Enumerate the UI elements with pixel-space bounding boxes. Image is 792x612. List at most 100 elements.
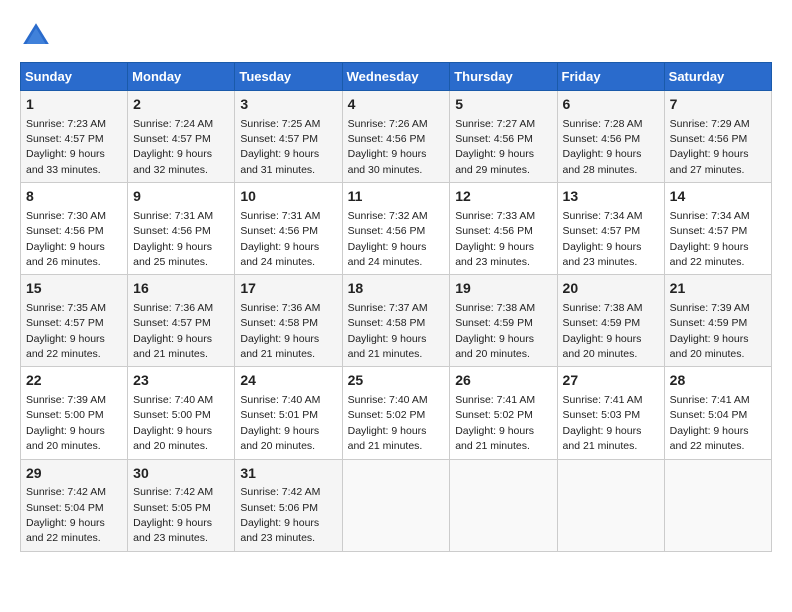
day-info: Sunrise: 7:42 AMSunset: 5:06 PMDaylight:… <box>240 486 320 544</box>
calendar-cell: 17 Sunrise: 7:36 AMSunset: 4:58 PMDayligh… <box>235 275 342 367</box>
logo-icon <box>20 20 52 52</box>
day-number: 22 <box>26 371 122 391</box>
day-info: Sunrise: 7:41 AMSunset: 5:02 PMDaylight:… <box>455 394 535 452</box>
day-number: 21 <box>670 279 766 299</box>
day-number: 7 <box>670 95 766 115</box>
weekday-header-tuesday: Tuesday <box>235 63 342 91</box>
day-info: Sunrise: 7:40 AMSunset: 5:00 PMDaylight:… <box>133 394 213 452</box>
calendar-cell: 24Sunrise: 7:40 AMSunset: 5:01 PMDayligh… <box>235 367 342 459</box>
day-info: Sunrise: 7:34 AMSunset: 4:57 PMDaylight:… <box>670 210 750 268</box>
calendar-body: 1 Sunrise: 7:23 AMSunset: 4:57 PMDaylight… <box>21 91 772 552</box>
day-info: Sunrise: 7:26 AMSunset: 4:56 PMDaylight:… <box>348 118 428 176</box>
day-info: Sunrise: 7:40 AMSunset: 5:01 PMDaylight:… <box>240 394 320 452</box>
calendar-week-4: 22Sunrise: 7:39 AMSunset: 5:00 PMDayligh… <box>21 367 772 459</box>
calendar-cell: 26 Sunrise: 7:41 AMSunset: 5:02 PMDayligh… <box>450 367 557 459</box>
day-number: 6 <box>563 95 659 115</box>
weekday-header-row: SundayMondayTuesdayWednesdayThursdayFrid… <box>21 63 772 91</box>
day-number: 9 <box>133 187 229 207</box>
day-number: 13 <box>563 187 659 207</box>
day-number: 26 <box>455 371 551 391</box>
day-info: Sunrise: 7:24 AMSunset: 4:57 PMDaylight:… <box>133 118 213 176</box>
day-number: 30 <box>133 464 229 484</box>
calendar-cell: 15 Sunrise: 7:35 AMSunset: 4:57 PMDayligh… <box>21 275 128 367</box>
logo <box>20 20 56 52</box>
calendar-cell: 12 Sunrise: 7:33 AMSunset: 4:56 PMDayligh… <box>450 183 557 275</box>
calendar-cell: 22Sunrise: 7:39 AMSunset: 5:00 PMDayligh… <box>21 367 128 459</box>
day-number: 11 <box>348 187 445 207</box>
calendar-cell: 5Sunrise: 7:27 AMSunset: 4:56 PMDaylight… <box>450 91 557 183</box>
day-number: 1 <box>26 95 122 115</box>
calendar-cell: 21 Sunrise: 7:39 AMSunset: 4:59 PMDayligh… <box>664 275 771 367</box>
calendar-week-3: 15 Sunrise: 7:35 AMSunset: 4:57 PMDayligh… <box>21 275 772 367</box>
day-info: Sunrise: 7:25 AMSunset: 4:57 PMDaylight:… <box>240 118 320 176</box>
calendar-cell <box>557 459 664 551</box>
calendar-cell <box>664 459 771 551</box>
day-number: 27 <box>563 371 659 391</box>
day-info: Sunrise: 7:36 AMSunset: 4:58 PMDaylight:… <box>240 302 320 360</box>
day-info: Sunrise: 7:23 AMSunset: 4:57 PMDaylight:… <box>26 118 106 176</box>
day-number: 2 <box>133 95 229 115</box>
day-number: 5 <box>455 95 551 115</box>
calendar-week-2: 8 Sunrise: 7:30 AMSunset: 4:56 PMDaylight… <box>21 183 772 275</box>
day-number: 14 <box>670 187 766 207</box>
day-info: Sunrise: 7:34 AMSunset: 4:57 PMDaylight:… <box>563 210 643 268</box>
day-number: 8 <box>26 187 122 207</box>
day-info: Sunrise: 7:41 AMSunset: 5:04 PMDaylight:… <box>670 394 750 452</box>
day-number: 19 <box>455 279 551 299</box>
day-info: Sunrise: 7:35 AMSunset: 4:57 PMDaylight:… <box>26 302 106 360</box>
calendar-cell <box>450 459 557 551</box>
day-info: Sunrise: 7:29 AMSunset: 4:56 PMDaylight:… <box>670 118 750 176</box>
day-number: 18 <box>348 279 445 299</box>
day-info: Sunrise: 7:36 AMSunset: 4:57 PMDaylight:… <box>133 302 213 360</box>
day-info: Sunrise: 7:33 AMSunset: 4:56 PMDaylight:… <box>455 210 535 268</box>
day-info: Sunrise: 7:39 AMSunset: 4:59 PMDaylight:… <box>670 302 750 360</box>
day-number: 31 <box>240 464 336 484</box>
day-number: 3 <box>240 95 336 115</box>
day-number: 23 <box>133 371 229 391</box>
calendar-cell: 4 Sunrise: 7:26 AMSunset: 4:56 PMDaylight… <box>342 91 450 183</box>
day-info: Sunrise: 7:38 AMSunset: 4:59 PMDaylight:… <box>455 302 535 360</box>
weekday-header-monday: Monday <box>128 63 235 91</box>
calendar-cell: 7 Sunrise: 7:29 AMSunset: 4:56 PMDaylight… <box>664 91 771 183</box>
calendar-cell: 8 Sunrise: 7:30 AMSunset: 4:56 PMDaylight… <box>21 183 128 275</box>
calendar-cell: 14 Sunrise: 7:34 AMSunset: 4:57 PMDayligh… <box>664 183 771 275</box>
calendar-cell: 2 Sunrise: 7:24 AMSunset: 4:57 PMDaylight… <box>128 91 235 183</box>
calendar-week-1: 1 Sunrise: 7:23 AMSunset: 4:57 PMDaylight… <box>21 91 772 183</box>
calendar-cell: 11 Sunrise: 7:32 AMSunset: 4:56 PMDayligh… <box>342 183 450 275</box>
day-number: 10 <box>240 187 336 207</box>
page-header <box>20 20 772 52</box>
day-info: Sunrise: 7:42 AMSunset: 5:05 PMDaylight:… <box>133 486 213 544</box>
calendar-table: SundayMondayTuesdayWednesdayThursdayFrid… <box>20 62 772 552</box>
calendar-cell: 18 Sunrise: 7:37 AMSunset: 4:58 PMDayligh… <box>342 275 450 367</box>
calendar-cell: 29Sunrise: 7:42 AMSunset: 5:04 PMDayligh… <box>21 459 128 551</box>
calendar-cell: 13 Sunrise: 7:34 AMSunset: 4:57 PMDayligh… <box>557 183 664 275</box>
calendar-cell: 27Sunrise: 7:41 AMSunset: 5:03 PMDayligh… <box>557 367 664 459</box>
day-number: 17 <box>240 279 336 299</box>
day-info: Sunrise: 7:30 AMSunset: 4:56 PMDaylight:… <box>26 210 106 268</box>
day-info: Sunrise: 7:42 AMSunset: 5:04 PMDaylight:… <box>26 486 106 544</box>
day-number: 15 <box>26 279 122 299</box>
calendar-cell: 28 Sunrise: 7:41 AMSunset: 5:04 PMDayligh… <box>664 367 771 459</box>
calendar-cell: 30Sunrise: 7:42 AMSunset: 5:05 PMDayligh… <box>128 459 235 551</box>
calendar-week-5: 29Sunrise: 7:42 AMSunset: 5:04 PMDayligh… <box>21 459 772 551</box>
day-number: 4 <box>348 95 445 115</box>
day-info: Sunrise: 7:38 AMSunset: 4:59 PMDaylight:… <box>563 302 643 360</box>
day-info: Sunrise: 7:32 AMSunset: 4:56 PMDaylight:… <box>348 210 428 268</box>
day-number: 20 <box>563 279 659 299</box>
calendar-cell: 19 Sunrise: 7:38 AMSunset: 4:59 PMDayligh… <box>450 275 557 367</box>
day-number: 25 <box>348 371 445 391</box>
calendar-cell: 3 Sunrise: 7:25 AMSunset: 4:57 PMDaylight… <box>235 91 342 183</box>
calendar-cell: 9 Sunrise: 7:31 AMSunset: 4:56 PMDaylight… <box>128 183 235 275</box>
calendar-cell: 1 Sunrise: 7:23 AMSunset: 4:57 PMDaylight… <box>21 91 128 183</box>
weekday-header-friday: Friday <box>557 63 664 91</box>
day-info: Sunrise: 7:31 AMSunset: 4:56 PMDaylight:… <box>133 210 213 268</box>
day-number: 16 <box>133 279 229 299</box>
day-info: Sunrise: 7:37 AMSunset: 4:58 PMDaylight:… <box>348 302 428 360</box>
day-number: 12 <box>455 187 551 207</box>
day-number: 28 <box>670 371 766 391</box>
calendar-cell: 31Sunrise: 7:42 AMSunset: 5:06 PMDayligh… <box>235 459 342 551</box>
day-info: Sunrise: 7:31 AMSunset: 4:56 PMDaylight:… <box>240 210 320 268</box>
calendar-cell <box>342 459 450 551</box>
calendar-cell: 6Sunrise: 7:28 AMSunset: 4:56 PMDaylight… <box>557 91 664 183</box>
weekday-header-wednesday: Wednesday <box>342 63 450 91</box>
